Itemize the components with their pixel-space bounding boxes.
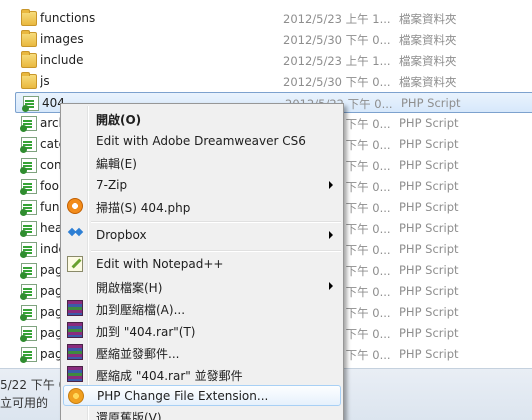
menu-item-label: 開啟(O) [96, 113, 142, 127]
menu-item-label: 還原舊版(V) [96, 411, 162, 420]
file-type: PHP Script [399, 242, 459, 256]
file-row[interactable]: include 2012/5/23 上午 1... 檔案資料夾 [14, 50, 532, 71]
status-modified-date: 5/22 下午 0 [0, 378, 67, 392]
file-type: 檔案資料夾 [399, 75, 457, 89]
winrar-icon [67, 300, 83, 316]
file-type: 檔案資料夾 [399, 12, 457, 26]
menu-separator [91, 221, 341, 222]
menu-item-open[interactable]: 開啟(O) [63, 108, 341, 129]
php-file-icon [20, 221, 37, 237]
file-type: 檔案資料夾 [399, 54, 457, 68]
php-file-icon [20, 242, 37, 258]
file-type: 檔案資料夾 [399, 33, 457, 47]
php-file-icon [20, 305, 37, 321]
php-file-icon [20, 326, 37, 342]
php-file-icon [20, 263, 37, 279]
menu-item-add-to-404-rar[interactable]: 加到 "404.rar"(T) [63, 320, 341, 341]
file-row[interactable]: js 2012/5/30 下午 0... 檔案資料夾 [14, 71, 532, 92]
menu-item-edit[interactable]: 編輯(E) [63, 152, 341, 173]
file-type: PHP Script [399, 326, 459, 340]
file-date: 2012/5/30 下午 0... [283, 75, 391, 89]
submenu-arrow-icon [329, 282, 333, 290]
menu-item-label: Edit with Adobe Dreamweaver CS6 [96, 134, 306, 148]
file-type: PHP Script [399, 347, 459, 361]
file-name: include [40, 53, 84, 67]
file-name: functions [40, 11, 96, 25]
menu-separator [91, 250, 341, 251]
context-menu: 開啟(O) Edit with Adobe Dreamweaver CS6 編輯… [60, 103, 344, 420]
php-file-icon [20, 158, 37, 174]
folder-icon [21, 72, 37, 89]
file-name: images [40, 32, 84, 46]
submenu-arrow-icon [329, 231, 333, 239]
menu-item-open-with[interactable]: 開啟檔案(H) [63, 276, 341, 297]
php-file-icon [22, 96, 39, 112]
file-date: 2012/5/23 上午 1... [283, 12, 391, 26]
menu-item-add-to-archive[interactable]: 加到壓縮檔(A)... [63, 298, 341, 319]
menu-item-label: 加到壓縮檔(A)... [96, 303, 186, 317]
file-type: PHP Script [399, 221, 459, 235]
php-file-icon [20, 116, 37, 132]
folder-icon [21, 51, 37, 68]
menu-item-restore-previous[interactable]: 還原舊版(V) [63, 406, 341, 420]
file-type: PHP Script [399, 116, 459, 130]
php-file-icon [20, 200, 37, 216]
file-type: PHP Script [399, 200, 459, 214]
file-row[interactable]: functions 2012/5/23 上午 1... 檔案資料夾 [14, 8, 532, 29]
dropbox-icon [67, 227, 83, 243]
notepad-plus-plus-icon [67, 256, 83, 272]
php-file-icon [20, 137, 37, 153]
menu-item-edit-dreamweaver[interactable]: Edit with Adobe Dreamweaver CS6 [63, 131, 341, 152]
winrar-icon [67, 322, 83, 338]
menu-item-label: Edit with Notepad++ [96, 257, 224, 271]
menu-item-compress-404-rar-and-email[interactable]: 壓縮成 "404.rar" 並發郵件 [63, 364, 341, 385]
menu-item-label: 掃描(S) 404.php [96, 201, 191, 215]
file-date: 2012/5/30 下午 0... [283, 33, 391, 47]
submenu-arrow-icon [329, 181, 333, 189]
file-type: PHP Script [401, 96, 461, 110]
menu-item-label: 編輯(E) [96, 157, 137, 171]
file-type: PHP Script [399, 263, 459, 277]
php-extension-icon [68, 388, 84, 404]
php-file-icon [20, 179, 37, 195]
menu-item-scan[interactable]: 掃描(S) 404.php [63, 196, 341, 217]
menu-item-label: Dropbox [96, 228, 147, 242]
menu-item-label: PHP Change File Extension... [97, 389, 269, 403]
menu-item-label: 7-Zip [96, 178, 128, 192]
winrar-icon [67, 344, 83, 360]
winrar-icon [67, 366, 83, 382]
menu-item-notepad-plus-plus[interactable]: Edit with Notepad++ [63, 254, 341, 275]
file-type: PHP Script [399, 179, 459, 193]
file-date: 2012/5/23 上午 1... [283, 54, 391, 68]
menu-item-label: 壓縮並發郵件... [96, 347, 180, 361]
menu-item-php-change-extension[interactable]: PHP Change File Extension... [63, 385, 341, 406]
menu-item-label: 開啟檔案(H) [96, 281, 163, 295]
menu-item-compress-and-email[interactable]: 壓縮並發郵件... [63, 342, 341, 363]
folder-icon [21, 9, 37, 26]
php-file-icon [20, 347, 37, 363]
folder-icon [21, 30, 37, 47]
file-type: PHP Script [399, 305, 459, 319]
status-availability: 立可用的 [0, 396, 49, 410]
menu-item-label: 加到 "404.rar"(T) [96, 325, 196, 339]
menu-item-dropbox[interactable]: Dropbox [63, 225, 341, 246]
file-type: PHP Script [399, 284, 459, 298]
menu-item-7zip[interactable]: 7-Zip [63, 175, 341, 196]
php-file-icon [20, 284, 37, 300]
file-type: PHP Script [399, 137, 459, 151]
file-row[interactable]: images 2012/5/30 下午 0... 檔案資料夾 [14, 29, 532, 50]
avast-scan-icon [67, 198, 83, 214]
file-name: js [40, 74, 50, 88]
file-type: PHP Script [399, 158, 459, 172]
menu-item-label: 壓縮成 "404.rar" 並發郵件 [96, 369, 243, 383]
